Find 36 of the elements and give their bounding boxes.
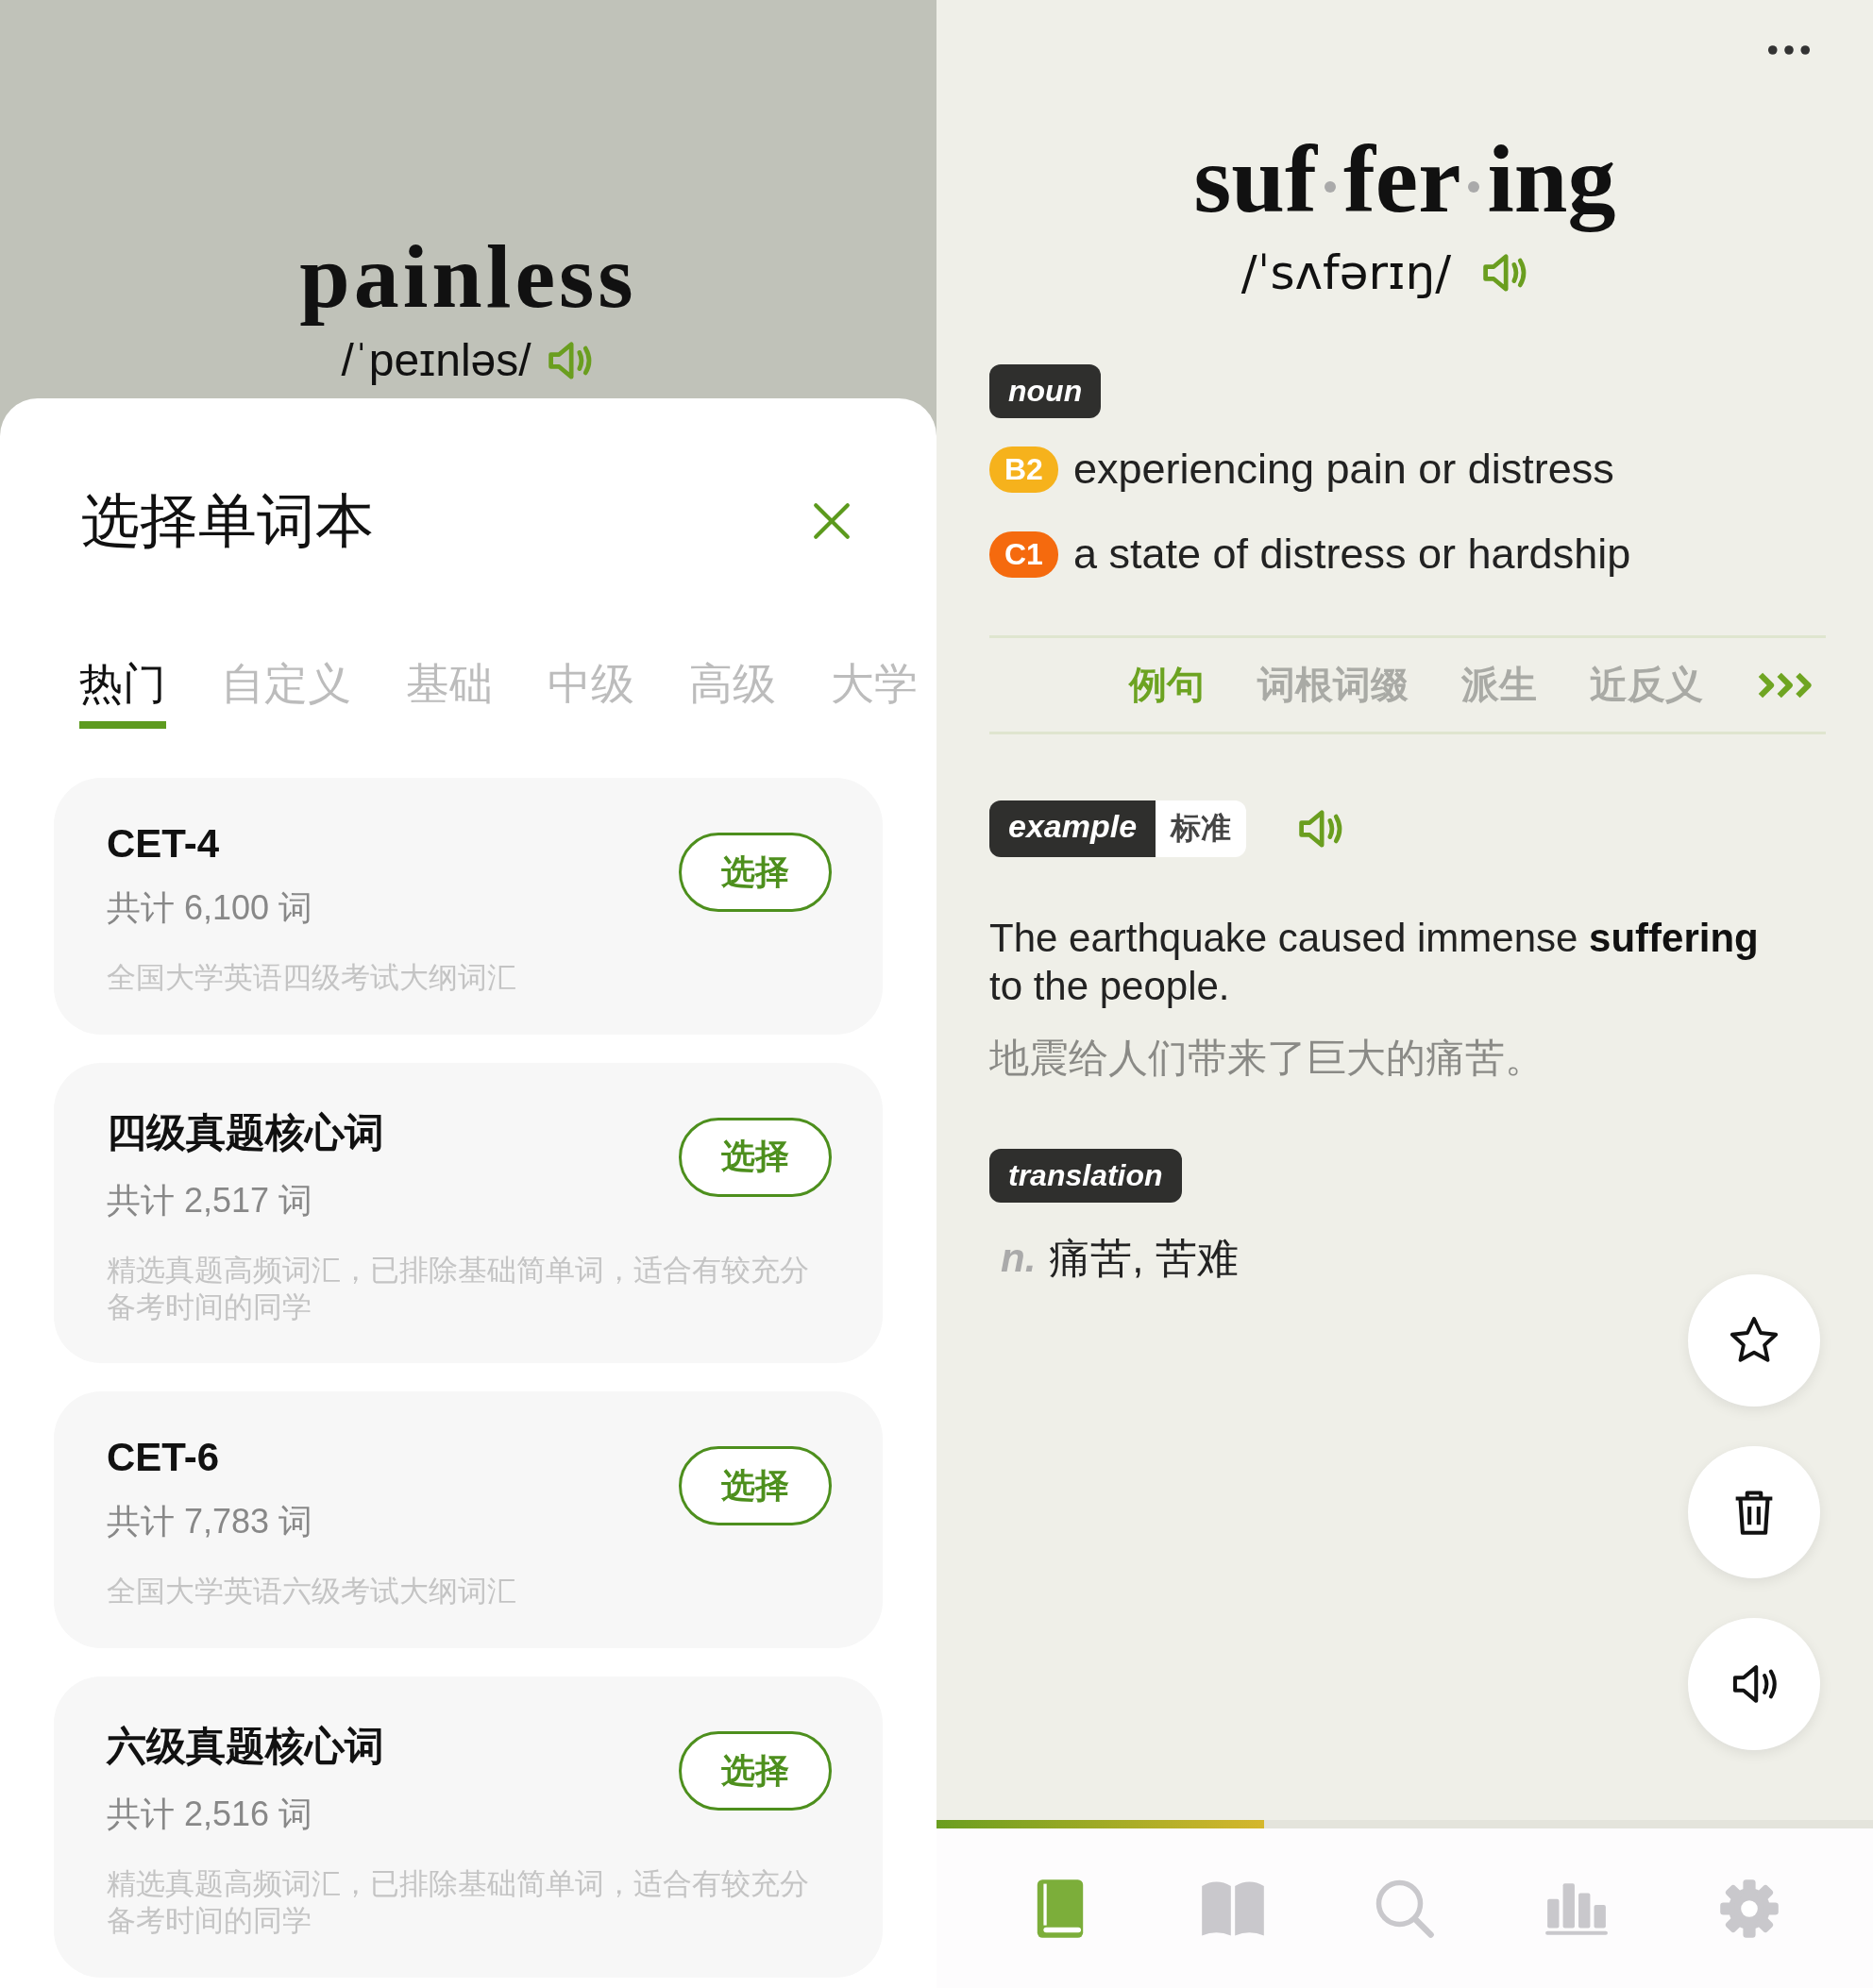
part-of-speech-tag: noun: [989, 364, 1102, 419]
translation-text: 痛苦, 苦难: [1049, 1233, 1239, 1283]
word-count: 共计 2,517 词: [107, 1179, 314, 1221]
word-count: 共计 6,100 词: [107, 887, 314, 929]
wordbook-name: 四级真题核心词: [107, 1108, 385, 1156]
phonetic: /ˈsʌfərɪŋ/: [1240, 245, 1452, 301]
part-of-speech: n.: [1001, 1236, 1037, 1282]
select-button[interactable]: 选择: [679, 833, 832, 912]
detail-tab[interactable]: 近反义: [1590, 659, 1703, 712]
wordbook-name: 六级真题核心词: [107, 1723, 385, 1770]
category-tab[interactable]: 热门: [79, 655, 166, 729]
wordbook-name: CET-4: [107, 821, 221, 867]
detail-tab[interactable]: 例句: [1129, 659, 1205, 712]
phonetic: /ˈpeɪnləs/: [341, 335, 532, 386]
select-button[interactable]: 选择: [679, 1731, 832, 1811]
detail-tab[interactable]: 派生: [1461, 659, 1537, 712]
level-badge: C1: [989, 531, 1058, 578]
word-count: 共计 2,516 词: [107, 1794, 314, 1835]
wordbook-name: CET-6: [107, 1435, 221, 1481]
close-icon[interactable]: [812, 501, 852, 541]
headword: suf fer ing: [1193, 126, 1616, 233]
more-icon[interactable]: [1767, 44, 1811, 56]
definition: a state of distress or hardship: [1072, 530, 1631, 580]
accent-label[interactable]: 标准: [1156, 800, 1247, 858]
sheet-title: 选择单词本: [81, 487, 374, 555]
detail-tab[interactable]: 词根词缀: [1257, 659, 1409, 712]
select-button[interactable]: 选择: [679, 1446, 832, 1526]
select-button[interactable]: 选择: [679, 1117, 832, 1197]
example-label: example: [989, 800, 1156, 858]
headword: painless: [299, 227, 637, 327]
translation-tag: translation: [989, 1148, 1182, 1203]
definition: experiencing pain or distress: [1072, 445, 1614, 495]
example-sentence: The earthquake caused immense suffering to the people.: [989, 915, 1760, 1011]
level-badge: B2: [989, 446, 1058, 493]
sentence-translation: 地震给人们带来了巨大的痛苦。: [989, 1034, 1544, 1082]
word-count: 共计 7,783 词: [107, 1501, 314, 1543]
